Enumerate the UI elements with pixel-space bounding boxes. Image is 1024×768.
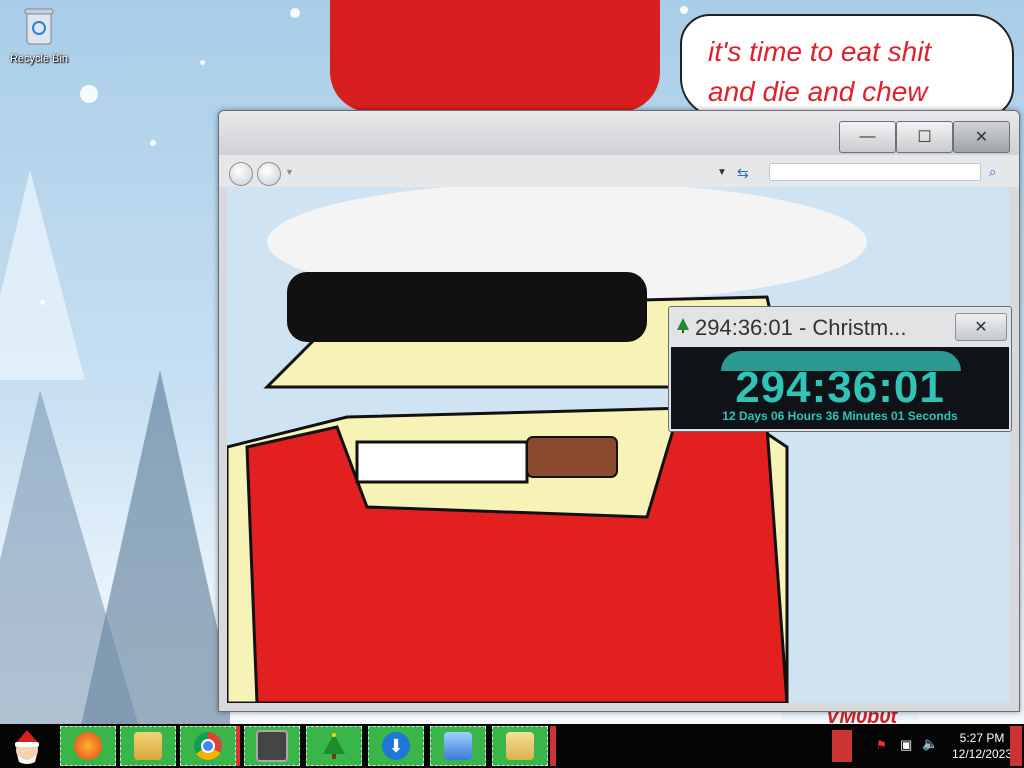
desktop-icon-recycle-bin[interactable]: Recycle Bin <box>6 6 72 65</box>
santa-start-icon <box>15 730 39 764</box>
taskbar-item-downloader[interactable]: ⬇ <box>368 726 424 766</box>
speech-bubble: it's time to eat shit and die and chew <box>680 14 1014 118</box>
firefox-icon <box>74 732 102 760</box>
history-dropdown-icon[interactable]: ▼ <box>285 167 294 177</box>
clock[interactable]: 5:27 PM 12/12/2023 <box>946 730 1018 762</box>
minimize-icon: — <box>859 128 876 145</box>
taskbar-item-chrome[interactable] <box>180 726 236 766</box>
window-titlebar[interactable]: — ☐ ✕ <box>219 111 1019 155</box>
clock-time: 5:27 PM <box>959 731 1005 745</box>
taskbar-item-computer[interactable] <box>244 726 300 766</box>
show-desktop-button[interactable] <box>1010 726 1022 766</box>
search-input[interactable] <box>769 163 981 181</box>
back-button[interactable] <box>229 162 253 186</box>
maximize-icon: ☐ <box>917 129 932 146</box>
christmas-tree-icon <box>323 733 345 759</box>
chrome-icon <box>194 732 222 760</box>
countdown-window-title: 294:36:01 - Christm... <box>695 315 907 340</box>
countdown-close-button[interactable]: ✕ <box>955 313 1007 341</box>
network-icon[interactable]: ▣ <box>900 737 912 753</box>
countdown-time: 294:36:01 <box>735 363 945 412</box>
countdown-detail: 12 Days 06 Hours 36 Minutes 01 Seconds <box>722 409 958 423</box>
download-arrow-icon: ⬇ <box>382 732 410 760</box>
start-button[interactable] <box>2 724 52 768</box>
taskbar-separator <box>236 726 240 766</box>
wallpaper-trees <box>0 170 230 724</box>
countdown-display-panel: 294:36:01 12 Days 06 Hours 36 Minutes 01… <box>671 347 1009 429</box>
taskbar: ⬇ ⚑ ▣ 🔈 5:27 PM 12/12/2023 <box>0 724 1024 768</box>
computer-monitor-icon <box>256 730 288 762</box>
window-content-area <box>227 187 1009 703</box>
taskbar-item-countdown[interactable] <box>306 726 362 766</box>
desktop-icon-label: Recycle Bin <box>9 53 69 65</box>
taskbar-item-control-panel[interactable] <box>430 726 486 766</box>
recycle-bin-icon <box>24 8 54 45</box>
system-tray: ⚑ ▣ 🔈 5:27 PM 12/12/2023 <box>830 724 1024 768</box>
tray-overflow-icon[interactable] <box>832 730 852 762</box>
speech-line-1: it's time to eat shit <box>708 36 932 67</box>
action-center-flag-icon[interactable]: ⚑ <box>876 738 887 752</box>
forward-button[interactable] <box>257 162 281 186</box>
maximize-button[interactable]: ☐ <box>896 121 953 153</box>
christmas-tree-icon <box>677 318 689 333</box>
close-button[interactable]: ✕ <box>953 121 1010 153</box>
taskbar-item-file-explorer[interactable] <box>120 726 176 766</box>
navigation-bar: ▼ ▼ ⇆ ⌕ <box>219 155 1019 187</box>
speech-line-2: and die and chew <box>708 76 928 107</box>
snow-flake <box>40 300 45 305</box>
refresh-icon[interactable]: ⇆ <box>737 165 749 182</box>
countdown-widget[interactable]: 294:36:01 - Christm... ✕ 294:36:01 12 Da… <box>668 306 1012 432</box>
close-icon: ✕ <box>974 319 988 336</box>
close-icon: ✕ <box>974 129 989 146</box>
cartoon-santa-image <box>227 187 1009 703</box>
file-explorer-icon <box>134 732 162 760</box>
taskbar-separator <box>550 726 556 766</box>
taskbar-item-folder[interactable] <box>492 726 548 766</box>
taskbar-item-firefox[interactable] <box>60 726 116 766</box>
santa-hat-wallpaper <box>330 0 660 112</box>
snow-flake <box>80 85 98 103</box>
clock-date: 12/12/2023 <box>951 747 1013 761</box>
minimize-button[interactable]: — <box>839 121 896 153</box>
search-icon[interactable]: ⌕ <box>989 164 996 180</box>
address-dropdown-icon[interactable]: ▼ <box>717 167 727 178</box>
folder-icon <box>506 732 534 760</box>
volume-icon[interactable]: 🔈 <box>922 736 938 752</box>
snow-flake <box>200 60 205 65</box>
snow-flake <box>680 6 688 14</box>
snow-flake <box>150 140 156 146</box>
control-panel-icon <box>444 732 472 760</box>
snow-flake <box>290 8 300 18</box>
